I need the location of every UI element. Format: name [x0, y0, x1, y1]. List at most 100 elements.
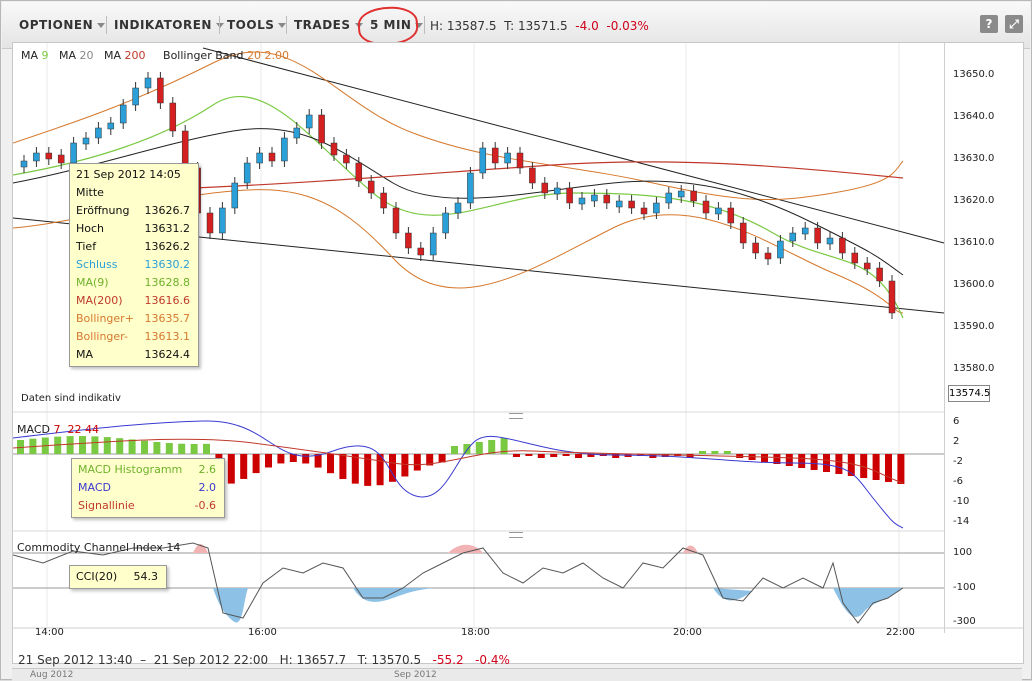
upper-trendline — [202, 47, 945, 244]
candle — [95, 127, 102, 139]
chart-area[interactable]: MA 9 MA 20 MA 200 Bollinger Band 20 2.00… — [12, 42, 1024, 664]
expand-icon[interactable]: ⤢ — [1005, 15, 1023, 33]
navigator-label: Sep 2012 — [394, 670, 437, 680]
y-tick: 13630.0 — [953, 153, 995, 164]
candle — [553, 187, 561, 195]
tooltip-row: Eröffnung 13626.7 — [76, 202, 198, 220]
price-tooltip: 21 Sep 2012 14:05 Mitte Eröffnung 13626.7… — [69, 163, 199, 367]
menu-optionen[interactable]: OPTIONEN — [19, 18, 106, 32]
tooltip-label: MACD — [78, 481, 111, 494]
candle — [653, 202, 660, 214]
candle — [677, 190, 685, 198]
tooltip-row: Bollinger+ 13635.7 — [76, 310, 198, 328]
tooltip-value: 2.6 — [198, 463, 217, 476]
menu-tools[interactable]: TOOLS — [227, 18, 287, 32]
tooltip-date: 21 Sep 2012 14:05 — [76, 168, 181, 181]
toolbar-divider — [219, 16, 220, 34]
tooltip-mitte: Mitte — [76, 186, 104, 199]
indicative-note: Daten sind indikativ — [21, 393, 121, 404]
tooltip-label: Hoch — [76, 222, 105, 235]
macd-bar — [165, 443, 173, 454]
macd-bar — [699, 451, 706, 454]
tooltip-value: 13626.2 — [144, 240, 191, 253]
y-tick: 13610.0 — [953, 237, 995, 248]
bollinger-legend-value: 20 2.00 — [246, 49, 289, 62]
menu-trades[interactable]: TRADES — [294, 18, 363, 32]
macd-bar — [302, 454, 310, 464]
toolbar-low: T: 13571.5 — [504, 19, 568, 33]
tooltip-value: 13624.4 — [144, 348, 191, 361]
macd-bar — [265, 454, 272, 468]
candle — [281, 137, 288, 162]
macd-bar — [463, 444, 471, 454]
tooltip-label: MA — [76, 348, 94, 361]
candle — [144, 77, 152, 89]
candle — [665, 192, 673, 204]
macd-bar — [785, 454, 793, 466]
macd-y-tick: -6 — [953, 476, 963, 487]
tooltip-label: Tief — [76, 240, 97, 253]
menu-tools-label: TOOLS — [227, 18, 275, 32]
tooltip-row: CCI(20) 54.3 — [76, 568, 166, 586]
tooltip-value: 13635.7 — [144, 312, 191, 325]
menu-indikatoren[interactable]: INDIKATOREN — [114, 18, 224, 32]
candle — [888, 280, 896, 314]
candle — [169, 102, 177, 132]
candle — [529, 167, 536, 184]
resize-handle[interactable] — [509, 413, 523, 419]
ma20-legend-label: MA — [59, 49, 77, 62]
tooltip-value: 2.0 — [198, 481, 217, 494]
y-tick: 13590.0 — [953, 321, 995, 332]
macd-bar — [203, 443, 210, 454]
tooltip-value: 13626.7 — [144, 204, 191, 217]
y-tick: 13650.0 — [953, 69, 995, 80]
candle — [417, 247, 425, 256]
tooltip-label: Schluss — [76, 258, 118, 271]
candle — [777, 240, 784, 259]
x-tick: 14:00 — [35, 627, 64, 638]
help-button[interactable]: ? — [980, 15, 998, 33]
candle — [479, 147, 487, 174]
tooltip-row: Hoch 13631.2 — [76, 220, 198, 238]
tooltip-label: Bollinger- — [76, 330, 128, 343]
macd-bar — [488, 440, 496, 454]
ma200-legend-value: 200 — [124, 49, 146, 62]
macd-bar — [711, 451, 719, 454]
y-tick: 13640.0 — [953, 111, 995, 122]
tooltip-label: MA(200) — [76, 294, 123, 307]
ma9-legend-label: MA — [21, 49, 39, 62]
macd-tooltip: MACD Histogramm 2.6 MACD 2.0 Signallinie -0… — [71, 458, 225, 518]
macd-bar — [537, 454, 545, 458]
macd-bar — [525, 454, 533, 456]
macd-bar — [91, 436, 99, 454]
tooltip-value: 13616.6 — [144, 294, 191, 307]
macd-bar — [451, 446, 458, 454]
candle — [355, 162, 363, 182]
candle — [591, 194, 598, 202]
tooltip-value: -0.6 — [194, 499, 216, 512]
candle — [305, 114, 313, 129]
candle — [392, 207, 400, 234]
macd-bar — [401, 454, 409, 477]
navigator-bar[interactable]: Aug 2012 Sep 2012 — [12, 668, 1022, 681]
candle — [33, 152, 40, 162]
candle — [429, 232, 437, 256]
toolbar-divider — [424, 16, 425, 34]
footer-end: 21 Sep 2012 22:00 — [153, 653, 269, 667]
candle — [405, 232, 412, 249]
candle — [491, 147, 499, 164]
cci-y-tick: -100 — [953, 582, 976, 593]
resize-handle[interactable] — [509, 532, 523, 538]
footer-start: 21 Sep 2012 13:40 — [18, 653, 133, 667]
macd-y-tick: -2 — [953, 456, 963, 467]
candle — [789, 232, 797, 242]
candle — [615, 200, 623, 208]
tooltip-row: Signallinie -0.6 — [78, 497, 224, 515]
x-tick: 16:00 — [248, 627, 277, 638]
macd-bar — [823, 454, 830, 472]
tooltip-row: MA(9) 13628.8 — [76, 274, 198, 292]
tooltip-label: MA(9) — [76, 276, 109, 289]
macd-bar — [872, 454, 880, 480]
toolbar-stats: H: 13587.5 T: 13571.5 -4.0 -0.03% — [430, 19, 649, 33]
menu-trades-label: TRADES — [294, 18, 351, 32]
